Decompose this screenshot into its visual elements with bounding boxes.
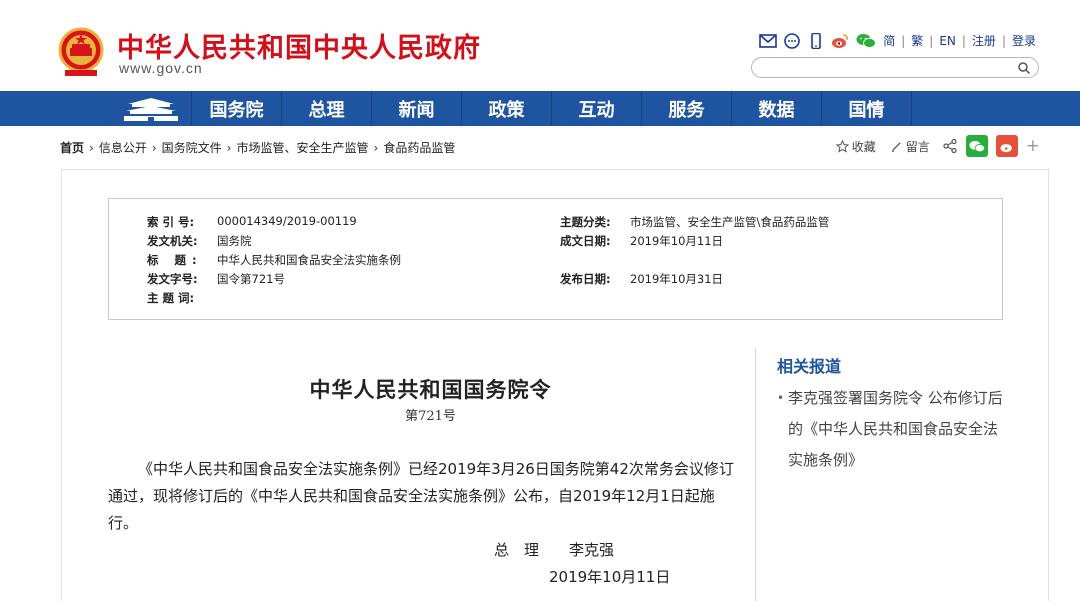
simplified-link[interactable]: 简 bbox=[883, 32, 895, 49]
chevron-right-icon: › bbox=[89, 140, 94, 155]
meta-issuer-label: 发文机关: bbox=[147, 234, 198, 248]
signature: 总 理 李克强 bbox=[494, 541, 615, 559]
chevron-right-icon: › bbox=[151, 140, 157, 155]
meta-title-label: 标 题: bbox=[147, 253, 203, 267]
related-news-title: 相关报道 bbox=[777, 357, 842, 376]
nav-item-national-info[interactable]: 国情 bbox=[822, 91, 912, 126]
document-meta-table: 索 引 号: 000014349/2019-00119 主题分类: 市场监管、安… bbox=[108, 198, 1003, 320]
national-emblem-icon[interactable] bbox=[58, 26, 104, 78]
chevron-right-icon: › bbox=[373, 140, 379, 155]
nav-item-data[interactable]: 数据 bbox=[732, 91, 822, 126]
meta-index-value: 000014349/2019-00119 bbox=[217, 214, 357, 228]
nav-item-interaction[interactable]: 互动 bbox=[552, 91, 642, 126]
separator: | bbox=[961, 33, 966, 48]
mobile-icon[interactable] bbox=[807, 32, 825, 49]
nav-item-news[interactable]: 新闻 bbox=[372, 91, 462, 126]
share-icon[interactable] bbox=[942, 138, 958, 154]
divider bbox=[755, 348, 756, 601]
share-wechat-button[interactable] bbox=[965, 135, 988, 157]
breadcrumb-home[interactable]: 首页 bbox=[60, 139, 84, 156]
article-body: 《中华人民共和国食品安全法实施条例》已经2019年3月26日国务院第42次常务会… bbox=[108, 460, 734, 532]
top-links: 简 | 繁 | EN | 注册 | 登录 bbox=[759, 32, 1036, 49]
breadcrumb-market-supervision[interactable]: 市场监管、安全生产监管 bbox=[236, 139, 368, 156]
meta-doc-no-value: 国令第721号 bbox=[217, 272, 285, 286]
comment-label: 留言 bbox=[905, 139, 930, 154]
nav-item-state-council[interactable]: 国务院 bbox=[192, 91, 282, 126]
english-link[interactable]: EN bbox=[939, 34, 956, 48]
bullet-icon: • bbox=[777, 391, 785, 405]
meta-issuer-value: 国务院 bbox=[217, 234, 252, 248]
nav-item-services[interactable]: 服务 bbox=[642, 91, 732, 126]
chevron-right-icon: › bbox=[226, 140, 232, 155]
wechat-icon bbox=[969, 140, 985, 152]
pencil-icon bbox=[891, 141, 901, 152]
weibo-icon bbox=[1000, 143, 1012, 152]
nav-item-premier[interactable]: 总理 bbox=[282, 91, 372, 126]
meta-publish-label: 发布日期: bbox=[560, 272, 611, 286]
star-icon bbox=[835, 139, 849, 153]
main-nav: 国务院 总理 新闻 政策 互动 服务 数据 国情 bbox=[0, 91, 1080, 126]
breadcrumb-info-public[interactable]: 信息公开 bbox=[99, 139, 147, 156]
separator: | bbox=[1001, 33, 1006, 48]
search-icon[interactable] bbox=[1016, 60, 1032, 76]
meta-topic-label: 主题分类: bbox=[560, 215, 611, 229]
separator: | bbox=[929, 33, 934, 48]
collect-label: 收藏 bbox=[851, 139, 876, 154]
wechat-icon[interactable] bbox=[855, 33, 877, 49]
meta-date-written-value: 2019年10月11日 bbox=[630, 234, 724, 248]
login-link[interactable]: 登录 bbox=[1012, 32, 1036, 49]
meta-topic-value: 市场监管、安全生产监管\食品药品监管 bbox=[630, 215, 830, 229]
meta-title-value: 中华人民共和国食品安全法实施条例 bbox=[217, 253, 401, 267]
article-title: 中华人民共和国国务院令 bbox=[309, 377, 552, 402]
more-share-icon[interactable]: + bbox=[1026, 136, 1040, 156]
site-header: 中华人民共和国中央人民政府 www.gov.cn 简 | 繁 | EN | 注册… bbox=[0, 0, 1080, 91]
article-tools: 收藏 留言 + bbox=[835, 135, 1040, 157]
signature-date: 2019年10月11日 bbox=[549, 568, 671, 586]
meta-date-written-label: 成文日期: bbox=[560, 234, 611, 248]
search-input[interactable] bbox=[751, 57, 1039, 78]
traditional-link[interactable]: 繁 bbox=[911, 32, 923, 49]
share-weibo-button[interactable] bbox=[995, 135, 1018, 157]
breadcrumb-council-docs[interactable]: 国务院文件 bbox=[162, 139, 222, 156]
comment-button[interactable]: 留言 bbox=[890, 138, 930, 155]
meta-index-label: 索 引 号: bbox=[147, 215, 195, 229]
tiananmen-icon bbox=[123, 97, 178, 121]
separator: | bbox=[901, 33, 906, 48]
order-number: 第721号 bbox=[405, 409, 456, 424]
weibo-icon[interactable] bbox=[831, 33, 849, 49]
meta-keywords-label: 主 题 词: bbox=[147, 291, 195, 305]
nav-item-policy[interactable]: 政策 bbox=[462, 91, 552, 126]
site-url[interactable]: www.gov.cn bbox=[119, 60, 203, 76]
meta-doc-no-label: 发文字号: bbox=[147, 272, 198, 286]
register-link[interactable]: 注册 bbox=[972, 32, 996, 49]
related-news-item[interactable]: • 李克强签署国务院令 公布修订后的《中华人民共和国食品安全法实施条例》 bbox=[777, 383, 1007, 476]
related-news-link[interactable]: 李克强签署国务院令 公布修订后的《中华人民共和国食品安全法实施条例》 bbox=[777, 383, 1007, 476]
breadcrumb: 首页 › 信息公开 › 国务院文件 › 市场监管、安全生产监管 › 食品药品监管 bbox=[60, 139, 455, 156]
breadcrumb-food-drug[interactable]: 食品药品监管 bbox=[383, 139, 455, 156]
nav-home[interactable] bbox=[110, 91, 192, 126]
collect-button[interactable]: 收藏 bbox=[835, 138, 876, 155]
mail-icon[interactable] bbox=[759, 33, 777, 49]
chat-icon[interactable] bbox=[783, 32, 801, 49]
meta-publish-value: 2019年10月31日 bbox=[630, 272, 724, 286]
